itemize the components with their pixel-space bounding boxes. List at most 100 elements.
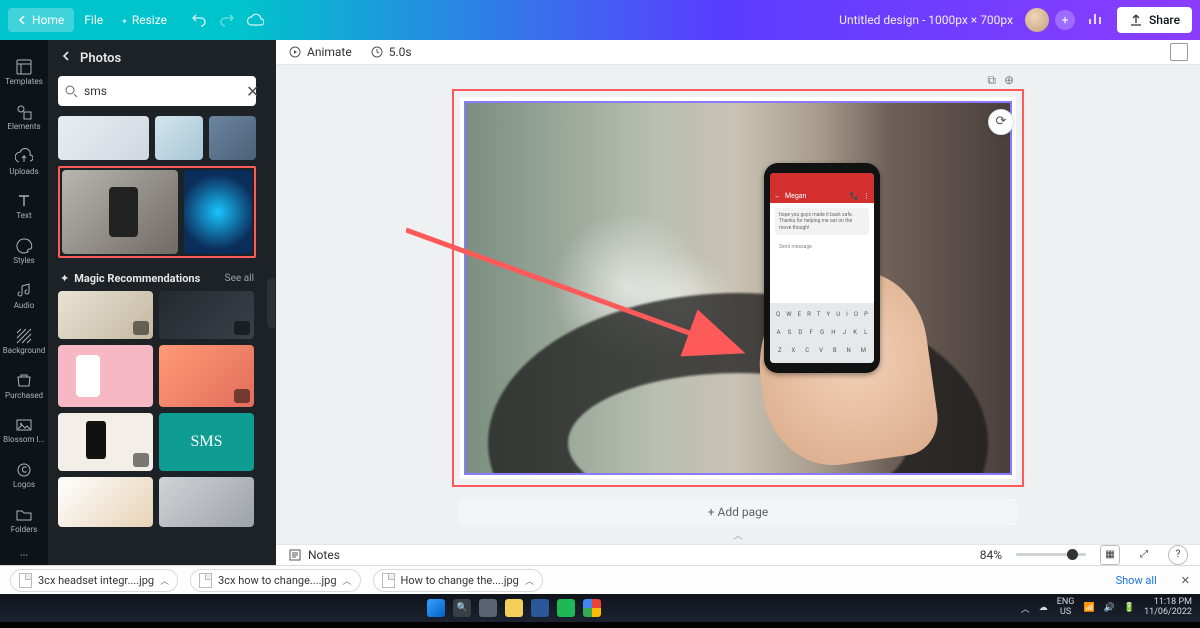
rail-folders[interactable]: Folders: [0, 498, 48, 543]
duration-label: 5.0s: [389, 45, 412, 59]
rail-templates[interactable]: Templates: [0, 50, 48, 95]
zoom-slider[interactable]: [1016, 553, 1086, 556]
photo-thumb[interactable]: [159, 291, 254, 339]
workspace: Templates Elements Uploads Text Styles A…: [0, 40, 1200, 565]
rail-label: Folders: [0, 526, 48, 535]
canvas-image[interactable]: ← Megan 📞 ⋮ hope you guys made it back s…: [466, 103, 1010, 473]
rail-elements[interactable]: Elements: [0, 95, 48, 140]
photo-thumb-sms[interactable]: SMS: [159, 413, 254, 471]
rail-purchased[interactable]: Purchased: [0, 364, 48, 409]
chevron-left-icon: [60, 50, 72, 62]
fullscreen-button[interactable]: ⤢: [1134, 545, 1154, 565]
sidebar-collapse-handle[interactable]: [267, 278, 275, 328]
photo-thumb[interactable]: [159, 477, 254, 527]
download-item[interactable]: 3cx how to change....jpg︿: [190, 569, 360, 592]
undo-button[interactable]: [185, 6, 213, 34]
elements-icon: [15, 103, 33, 121]
taskbar-taskview[interactable]: [479, 599, 497, 617]
taskbar-explorer[interactable]: [505, 599, 523, 617]
tray-onedrive-icon[interactable]: ☁: [1039, 603, 1048, 613]
share-button[interactable]: Share: [1117, 7, 1192, 33]
home-label: Home: [32, 13, 64, 27]
close-download-shelf[interactable]: ✕: [1181, 574, 1190, 587]
bar-chart-icon: [1087, 11, 1103, 27]
add-page-inline-button[interactable]: ⊕: [1004, 73, 1014, 88]
redo-button[interactable]: [213, 6, 241, 34]
photo-thumb-selected[interactable]: [62, 170, 178, 254]
download-item[interactable]: How to change the....jpg︿: [373, 569, 543, 592]
rail-background[interactable]: Background: [0, 319, 48, 364]
notes-icon: [288, 548, 302, 562]
cloud-icon: [246, 13, 264, 27]
taskbar-word[interactable]: [531, 599, 549, 617]
folder-icon: [15, 416, 33, 434]
resize-menu[interactable]: Resize: [121, 13, 167, 27]
clear-search-button[interactable]: ✕: [246, 82, 259, 101]
taskbar-clock[interactable]: 11:18 PM 11/06/2022: [1144, 598, 1192, 618]
see-all-button[interactable]: See all: [225, 273, 254, 284]
selected-image-frame[interactable]: ← Megan 📞 ⋮ hope you guys made it back s…: [464, 101, 1012, 475]
start-button[interactable]: [427, 599, 445, 617]
duplicate-page-button[interactable]: ⧉: [987, 73, 996, 88]
add-collaborator-button[interactable]: +: [1055, 10, 1075, 30]
wifi-icon[interactable]: 📶: [1083, 603, 1094, 613]
photo-thumb[interactable]: [184, 170, 252, 254]
design-page[interactable]: ← Megan 📞 ⋮ hope you guys made it back s…: [460, 97, 1016, 479]
document-title[interactable]: Untitled design - 1000px × 700px: [839, 13, 1013, 27]
back-button[interactable]: [60, 50, 72, 66]
taskbar-spotify[interactable]: [557, 599, 575, 617]
audio-icon: [15, 282, 33, 300]
language-indicator[interactable]: ENG US: [1057, 598, 1075, 618]
download-filename: How to change the....jpg: [401, 574, 519, 587]
annotation-highlight: [58, 166, 256, 258]
animate-button[interactable]: Animate: [288, 45, 352, 59]
rail-blossom[interactable]: Blossom I...: [0, 408, 48, 453]
rail-uploads[interactable]: Uploads: [0, 140, 48, 185]
redo-icon: [219, 12, 235, 28]
canvas-area: Animate 5.0s ⧉ ⊕: [276, 40, 1200, 565]
photo-thumb[interactable]: [58, 477, 153, 527]
sidebar-collapse-area: [266, 40, 276, 565]
duration-button[interactable]: 5.0s: [370, 45, 412, 59]
avatar[interactable]: [1025, 8, 1049, 32]
photo-thumb[interactable]: [209, 116, 256, 160]
zoom-value[interactable]: 84%: [980, 548, 1002, 562]
show-all-downloads[interactable]: Show all: [1116, 574, 1157, 587]
canvas-stage[interactable]: ⧉ ⊕ ← Megan: [276, 65, 1200, 493]
insights-button[interactable]: [1087, 11, 1103, 30]
rail-text[interactable]: Text: [0, 184, 48, 229]
photo-thumb[interactable]: [159, 345, 254, 407]
image-detail-phone: ← Megan 📞 ⋮ hope you guys made it back s…: [764, 163, 880, 373]
download-filename: 3cx headset integr....jpg: [38, 574, 154, 587]
rail-styles[interactable]: Styles: [0, 229, 48, 274]
home-button[interactable]: Home: [8, 8, 74, 32]
photo-thumb[interactable]: [58, 116, 149, 160]
chat-input-hint: Send message: [775, 242, 869, 252]
clock-icon: [370, 45, 384, 59]
photo-thumb[interactable]: [58, 413, 153, 471]
rail-more[interactable]: •••: [0, 543, 48, 568]
photo-thumb[interactable]: [58, 345, 153, 407]
upload-icon: [1129, 13, 1143, 27]
photo-thumb[interactable]: [58, 291, 153, 339]
battery-icon[interactable]: 🔋: [1124, 603, 1135, 613]
photo-thumb[interactable]: [155, 116, 202, 160]
cloud-save-button[interactable]: [241, 6, 269, 34]
notes-button[interactable]: Notes: [288, 548, 340, 562]
tray-chevron-icon[interactable]: ︿: [1021, 602, 1030, 615]
refresh-image-button[interactable]: ⟳: [988, 109, 1014, 135]
position-button[interactable]: [1170, 43, 1188, 61]
help-button[interactable]: ?: [1168, 545, 1188, 565]
rail-logos[interactable]: Logos: [0, 453, 48, 498]
taskbar-chrome[interactable]: [583, 599, 601, 617]
volume-icon[interactable]: 🔊: [1104, 603, 1115, 613]
search-input[interactable]: [78, 84, 246, 98]
file-menu[interactable]: File: [84, 13, 103, 27]
rail-audio[interactable]: Audio: [0, 274, 48, 319]
file-icon: [382, 573, 395, 588]
add-page-button[interactable]: + Add page: [458, 499, 1018, 525]
grid-view-button[interactable]: ▦: [1100, 545, 1120, 565]
photos-sidebar: Photos ✕ ✦ Magic Recom: [48, 40, 266, 565]
taskbar-search[interactable]: 🔍: [453, 599, 471, 617]
download-item[interactable]: 3cx headset integr....jpg︿: [10, 569, 178, 592]
